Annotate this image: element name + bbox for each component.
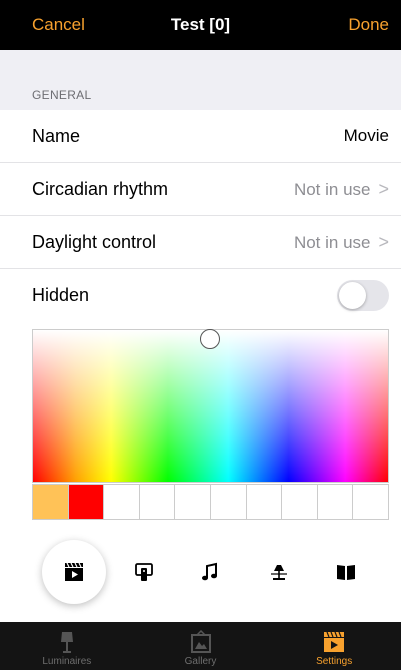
- section-header: GENERAL: [0, 50, 401, 110]
- nav-bar: Cancel Test [0] Done: [0, 0, 401, 50]
- mode-music-button[interactable]: [194, 556, 226, 588]
- swatch[interactable]: [104, 485, 140, 519]
- mode-selector: [0, 540, 401, 604]
- clapperboard-icon: [324, 631, 345, 652]
- tab-luminaires[interactable]: Luminaires: [0, 622, 134, 670]
- swatch[interactable]: [33, 485, 69, 519]
- daylight-control-value: Not in use: [293, 232, 371, 252]
- circadian-rhythm-row[interactable]: Circadian rhythm Not in use >: [0, 163, 401, 216]
- chevron-right-icon: >: [378, 231, 389, 252]
- color-picker-handle[interactable]: [200, 329, 220, 349]
- chevron-right-icon: >: [378, 178, 389, 199]
- clapperboard-icon: [65, 562, 83, 581]
- mode-lamp-button[interactable]: [263, 556, 295, 588]
- book-icon: [337, 565, 355, 580]
- color-spectrum[interactable]: [32, 329, 389, 483]
- name-label: Name: [32, 125, 81, 146]
- tab-label: Gallery: [184, 656, 217, 667]
- tab-gallery[interactable]: Gallery: [134, 622, 268, 670]
- swatch[interactable]: [68, 485, 105, 519]
- swatch[interactable]: [317, 485, 354, 519]
- swatch[interactable]: [210, 485, 247, 519]
- swatch[interactable]: [175, 485, 211, 519]
- section-label-general: GENERAL: [32, 88, 92, 102]
- daylight-control-row[interactable]: Daylight control Not in use >: [0, 216, 401, 269]
- done-button[interactable]: Done: [348, 15, 389, 35]
- tab-settings[interactable]: Settings: [267, 622, 401, 670]
- daylight-control-label: Daylight control: [32, 231, 157, 252]
- swatch[interactable]: [139, 485, 176, 519]
- settings-list: Name Movie Circadian rhythm Not in use > …: [0, 110, 401, 322]
- swatch[interactable]: [246, 485, 283, 519]
- tab-label: Luminaires: [42, 656, 92, 667]
- hidden-row: Hidden: [0, 269, 401, 322]
- remote-icon: [135, 563, 153, 581]
- hidden-toggle[interactable]: [337, 280, 389, 311]
- mode-remote-button[interactable]: [128, 556, 160, 588]
- toggle-knob: [339, 282, 366, 309]
- floor-lamp-icon: [60, 632, 73, 653]
- picture-frame-icon: [190, 630, 211, 653]
- color-picker-area: [0, 322, 401, 622]
- color-swatches: [32, 484, 389, 520]
- table-lamp-icon: [271, 565, 287, 580]
- music-note-icon: [202, 562, 217, 581]
- mode-reading-button[interactable]: [330, 556, 362, 588]
- name-row[interactable]: Name Movie: [0, 110, 401, 163]
- cancel-button[interactable]: Cancel: [32, 15, 85, 35]
- hidden-label: Hidden: [32, 285, 90, 305]
- tab-bar: Luminaires Gallery Settings: [0, 622, 401, 670]
- name-value: Movie: [343, 126, 389, 145]
- circadian-rhythm-label: Circadian rhythm: [32, 178, 169, 199]
- swatch[interactable]: [353, 485, 388, 519]
- circadian-rhythm-value: Not in use: [293, 179, 371, 199]
- swatch[interactable]: [282, 485, 318, 519]
- mode-movie-button[interactable]: [58, 556, 90, 588]
- tab-label: Settings: [316, 656, 353, 667]
